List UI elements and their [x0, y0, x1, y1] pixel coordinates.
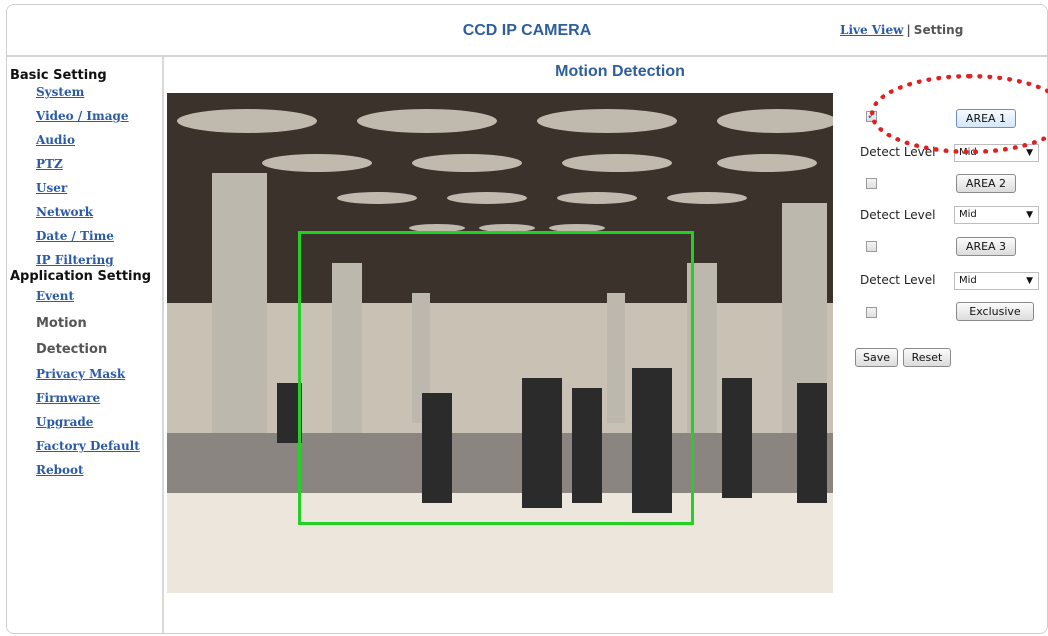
header: CCD IP CAMERA Live View | Setting	[7, 5, 1047, 57]
sidebar-item-date-time[interactable]: Date / Time	[36, 229, 114, 243]
sidebar-item-factory-default[interactable]: Factory Default	[36, 439, 140, 453]
sidebar-item-system[interactable]: System	[36, 85, 84, 99]
area-2-checkbox[interactable]	[866, 178, 877, 189]
sidebar-item-motion: Motion	[36, 316, 87, 331]
sidebar-item-privacy-mask[interactable]: Privacy Mask	[36, 367, 125, 381]
setting-current: Setting	[913, 23, 964, 37]
sidebar-item-ptz[interactable]: PTZ	[36, 157, 63, 171]
sidebar-item-firmware[interactable]: Firmware	[36, 391, 100, 405]
chevron-down-icon: ▼	[1026, 276, 1033, 286]
exclusive-button[interactable]: Exclusive	[956, 302, 1034, 321]
sidebar-item-ip-filtering[interactable]: IP Filtering	[36, 253, 114, 267]
save-button[interactable]: Save	[855, 348, 898, 367]
sidebar-item-reboot[interactable]: Reboot	[36, 463, 84, 477]
top-nav: Live View | Setting	[840, 23, 963, 37]
application-setting-heading: Application Setting	[10, 269, 152, 284]
page-title: Motion Detection	[555, 63, 685, 80]
exclusive-checkbox[interactable]	[866, 307, 877, 318]
sidebar-item-event[interactable]: Event	[36, 289, 74, 303]
area-2-detect-level-select[interactable]: Mid ▼	[954, 206, 1039, 224]
sidebar-item-network[interactable]: Network	[36, 205, 93, 219]
nav-separator: |	[906, 23, 911, 37]
sidebar: Basic Setting System Video / Image Audio…	[7, 57, 164, 633]
area-2-detect-level-label: Detect Level	[860, 208, 936, 222]
basic-setting-heading: Basic Setting	[10, 68, 107, 83]
area-3-button[interactable]: AREA 3	[956, 237, 1016, 256]
area-3-checkbox[interactable]	[866, 241, 877, 252]
area-3-detect-level-select[interactable]: Mid ▼	[954, 272, 1039, 290]
chevron-down-icon: ▼	[1026, 210, 1033, 220]
sidebar-item-detection: Detection	[36, 342, 108, 357]
chevron-down-icon: ▼	[1026, 148, 1033, 158]
area-3-detect-level-value: Mid	[959, 275, 977, 286]
motion-area-1-box[interactable]	[298, 231, 694, 525]
area-2-button[interactable]: AREA 2	[956, 174, 1016, 193]
area-3-detect-level-label: Detect Level	[860, 273, 936, 287]
camera-video-feed[interactable]	[167, 93, 833, 593]
sidebar-item-user[interactable]: User	[36, 181, 67, 195]
sidebar-item-upgrade[interactable]: Upgrade	[36, 415, 93, 429]
live-view-link[interactable]: Live View	[840, 23, 903, 37]
area-2-detect-level-value: Mid	[959, 209, 977, 220]
sidebar-item-audio[interactable]: Audio	[36, 133, 75, 147]
reset-button[interactable]: Reset	[903, 348, 951, 367]
sidebar-item-video-image[interactable]: Video / Image	[36, 109, 129, 123]
